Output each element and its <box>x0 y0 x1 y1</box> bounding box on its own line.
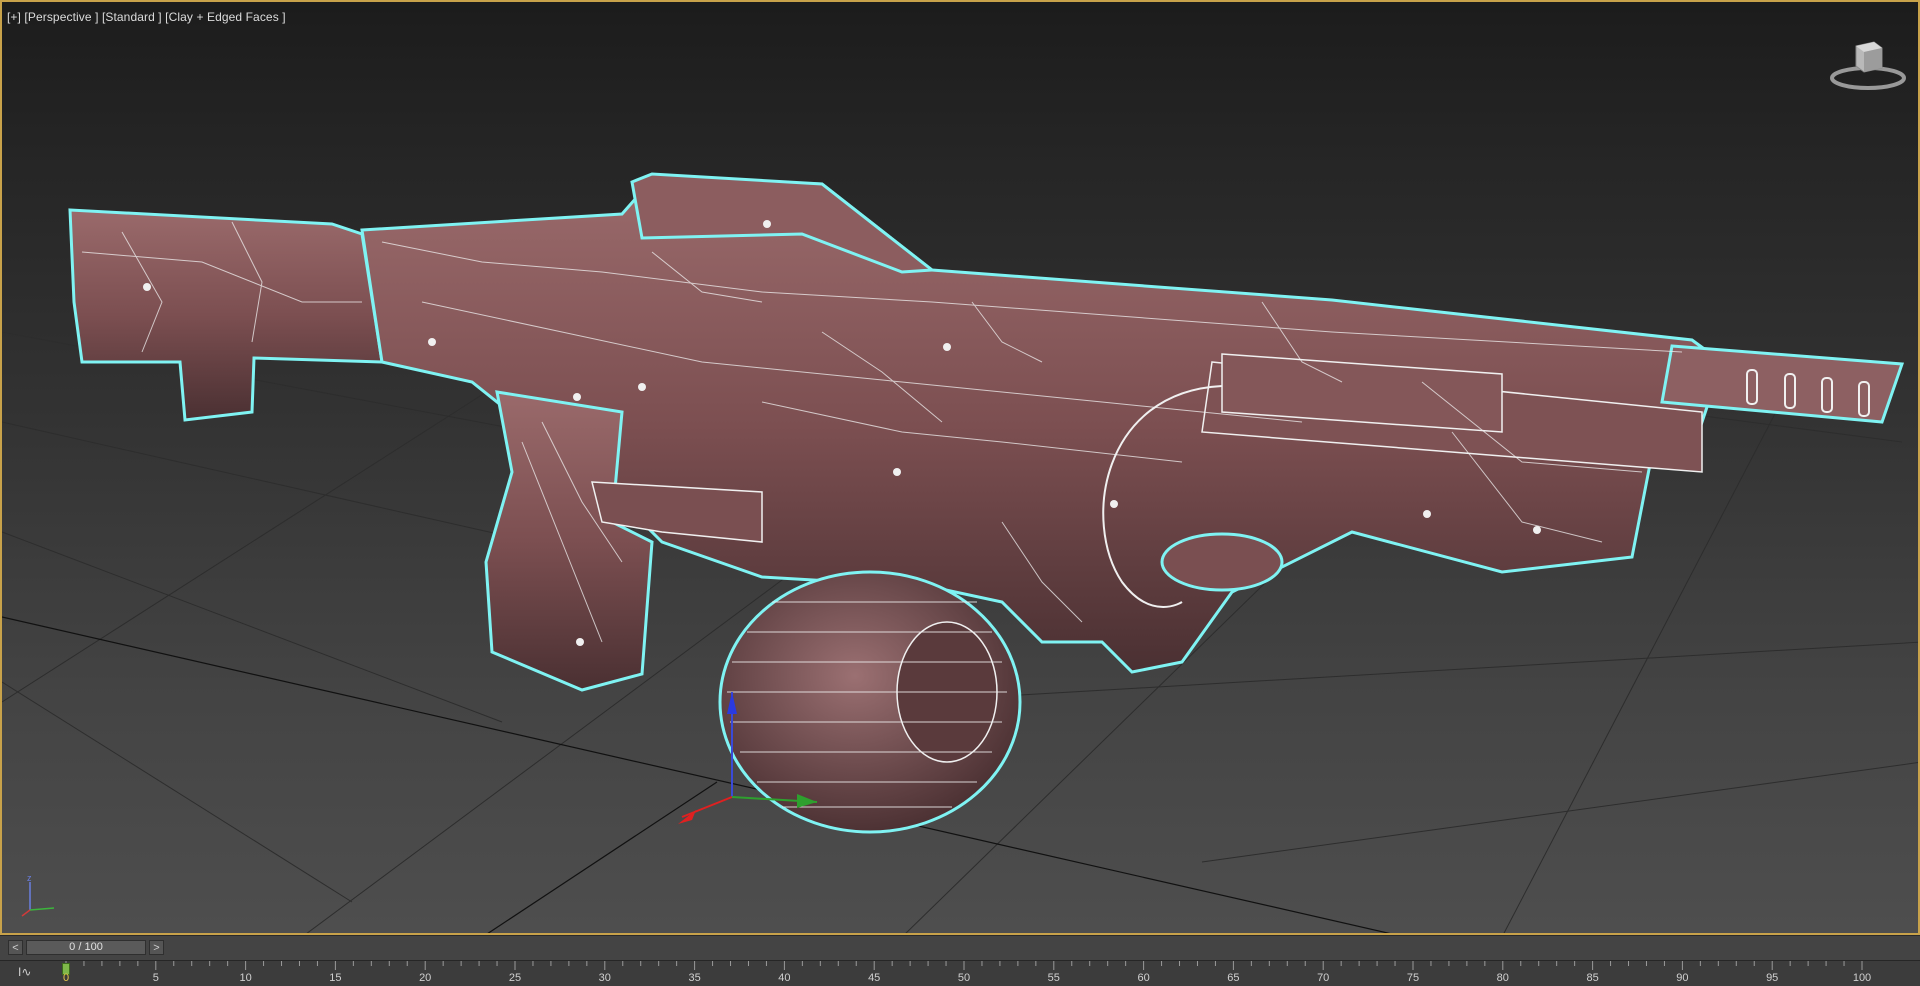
coiled-cable <box>1160 532 1284 592</box>
tick-label: 30 <box>598 972 611 984</box>
grid-axis-lines <box>2 616 1391 933</box>
axis-tripod-icon: z <box>21 873 55 917</box>
tick-label: 25 <box>508 972 522 984</box>
tick-label: 75 <box>1406 972 1420 984</box>
tick-label: 45 <box>868 972 881 984</box>
tick-label: 65 <box>1227 972 1240 984</box>
tick-label: 5 <box>152 972 159 984</box>
time-slider[interactable]: 0 / 100 <box>26 940 146 955</box>
viewport-label[interactable]: [+] [Perspective ] [Standard ] [Clay + E… <box>7 10 286 24</box>
tick-label: 70 <box>1317 972 1330 984</box>
current-frame-label: 0 <box>62 972 70 984</box>
tick-label: 50 <box>957 972 971 984</box>
svg-text:z: z <box>27 873 32 883</box>
track-bar[interactable]: I∿ 0 5 10 15 20 25 30 35 40 45 50 55 60 65 70 75 80 85 90 9… <box>0 960 1920 986</box>
tick-label: 10 <box>239 972 252 984</box>
tick-label: 100 <box>1852 972 1872 984</box>
tick-label: 40 <box>778 972 791 984</box>
tick-label: 35 <box>688 972 701 984</box>
tick-label: 80 <box>1496 972 1509 984</box>
tick-label: 55 <box>1047 972 1060 984</box>
stock <box>68 208 384 422</box>
tick-label: 90 <box>1676 972 1689 984</box>
tick-label: 95 <box>1766 972 1779 984</box>
next-frame-button[interactable]: > <box>149 940 164 955</box>
tick-label: 60 <box>1137 972 1150 984</box>
tick-label: 85 <box>1586 972 1599 984</box>
scene-canvas[interactable] <box>2 2 1920 935</box>
perspective-viewport[interactable]: [+] [Perspective ] [Standard ] [Clay + E… <box>0 0 1920 935</box>
tick-label: 15 <box>329 972 342 984</box>
weapon-model[interactable] <box>68 172 1905 834</box>
viewcube-icon[interactable] <box>1828 38 1908 90</box>
time-slider-bar: < 0 / 100 > <box>0 935 1920 961</box>
tick-label: 20 <box>419 972 432 984</box>
previous-frame-button[interactable]: < <box>8 940 23 955</box>
